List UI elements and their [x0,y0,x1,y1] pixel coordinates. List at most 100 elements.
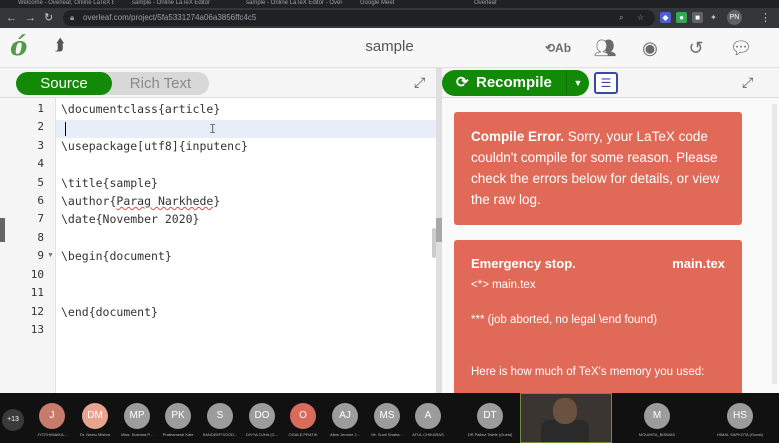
participant-tile[interactable]: O OGALE.PRATIK [283,393,323,443]
more-participants-badge[interactable]: +13 [2,409,24,431]
participant-tile[interactable]: A ATUL.CHIKARAS [408,393,448,443]
code-editor[interactable]: \documentclass{article} I \usepackage[ut… [57,98,435,393]
avatar: DM [82,403,108,429]
code-line[interactable]: \title{sample} [61,176,158,190]
log-entry-header: Emergency stop. main.tex [471,256,725,276]
browser-tab[interactable]: Google Meet [346,0,456,8]
participant-tile[interactable]: HS HIMAL SAPKOTA (Guest) [717,393,763,443]
log-entry-file-link[interactable]: main.tex [672,256,725,271]
code-line[interactable]: \usepackage[utf8]{inputenc} [61,139,248,153]
latex-argument: {document} [102,249,172,263]
source-mode-button[interactable]: Source [16,72,112,95]
browser-toolbar: ← → ↻ 🔒︎ overleaf.com/project/5fa5331274… [0,8,779,28]
pdf-toolbar: ⟳ Recompile ▼ ☰ ⤢ [442,68,779,98]
editor-toolbar: Source Rich Text ⤢ [0,68,436,98]
participant-tile[interactable]: DM Dr. Neetu Mishra [75,393,115,443]
pdf-pane: ⟳ Recompile ▼ ☰ ⤢ Compile Error. Sorry, … [442,68,779,400]
scrollbar[interactable] [772,104,777,384]
url-text: overleaf.com/project/5fa5331274a06a3856f… [83,13,257,22]
participant-tile[interactable]: S SANDEEP.SOOD... [200,393,240,443]
code-line[interactable]: \author{Parag Narkhede} [61,194,220,208]
fold-arrow-icon[interactable]: ▼ [47,249,54,263]
avatar: MP [124,403,150,429]
history-icon[interactable]: ↺ [683,35,709,61]
chevron-down-icon[interactable]: ▼ [566,71,589,95]
code-line[interactable]: \date{November 2020} [61,212,199,226]
participant-tile[interactable]: DT DR Pallavi Talele (Guest) [468,393,512,443]
participant-name: Prathamesh Kale [162,432,194,437]
editor-mode-toggle: Source Rich Text [16,72,209,95]
chat-icon[interactable]: 💬︎ [728,35,754,61]
latex-command: \date [61,212,96,226]
latex-command: \end [61,305,89,319]
avatar: AJ [332,403,358,429]
participant-name: OGALE.PRATIK [288,432,318,437]
participant-tile[interactable]: MP Miss. Sushma P... [117,393,157,443]
log-entry-alert[interactable]: Emergency stop. main.tex <*> main.tex **… [454,240,742,400]
alert-title: Compile Error. [471,129,565,144]
review-icon[interactable]: ⟲Ab [544,35,572,61]
latex-command: \begin [61,249,103,263]
avatar: A [415,403,441,429]
recompile-button[interactable]: ⟳ Recompile ▼ [442,70,589,96]
line-number: 10 [30,268,44,281]
latex-argument: } [213,194,221,208]
browser-tab[interactable]: sample - Online LaTeX Editor [118,0,228,8]
logs-button[interactable]: ☰ [594,72,618,94]
browser-tab[interactable]: Overleaf [460,0,570,8]
avatar[interactable]: PN [727,10,742,25]
line-number: 13 [30,323,44,336]
latex-argument: [utf8]{inputenc} [137,139,248,153]
sidebar-toggle-handle[interactable] [0,218,5,242]
latex-command: \title [61,176,103,190]
latex-command: \documentclass [61,102,158,116]
extension-icon[interactable]: ● [676,12,687,23]
star-icon[interactable]: ☆ [637,13,644,23]
participant-tile[interactable]: DO DIVYA OJHA (G... [242,393,282,443]
reload-icon[interactable]: ↻ [44,11,53,25]
log-line: <*> main.tex [471,279,536,291]
misspelled-word[interactable]: Parag Narkhede [116,194,213,208]
line-number: 6 [37,194,44,207]
avatar: HS [727,403,753,429]
recompile-label: Recompile [476,74,552,91]
refresh-icon: ⟳ [456,74,469,91]
latex-argument: {article} [157,102,221,116]
participant-video-face [553,398,577,424]
extension-icon[interactable]: ◆ [660,12,671,23]
expand-icon[interactable]: ⤢ [414,74,425,91]
address-bar[interactable]: 🔒︎ overleaf.com/project/5fa5331274a06a38… [63,10,655,26]
participant-tile[interactable]: PK Prathamesh Kale [158,393,198,443]
extension-icon[interactable]: ■ [692,12,703,23]
participant-name: Albin Jerome J... [330,432,360,437]
latex-argument: {sample} [102,176,158,190]
search-icon[interactable]: ⌕ [619,13,623,23]
participant-tile[interactable]: M MOUMITA_BISWAS [637,393,677,443]
line-number: 7 [37,212,44,225]
participant-tile[interactable]: J JYOTHIMAIKA... [32,393,72,443]
participant-name: ATUL.CHIKARAS [412,432,444,437]
overleaf-header: ó ⮭ sample ⟲Ab 👥︎ ◉ ↺ 💬︎ [0,28,779,68]
forward-icon[interactable]: → [25,11,36,25]
code-line[interactable]: \begin{document} [61,249,172,263]
submit-icon[interactable]: ◉ [637,35,663,61]
line-gutter: 1 2 3 4 5 6 7 8 9 ▼ 10 11 12 13 [0,98,56,393]
menu-icon[interactable]: ⋮ [760,11,771,25]
browser-tab[interactable]: sample - Online LaTeX Editor - Overleaf [232,0,342,8]
participant-video-tile[interactable] [520,393,612,443]
participant-name: HIMAL SAPKOTA (Guest) [716,432,763,437]
line-number: 5 [37,176,44,189]
participant-tile[interactable]: MS Mr. Sunil Shaha... [367,393,407,443]
lock-icon[interactable]: 🔒︎ [70,13,74,23]
share-icon[interactable]: 👥︎ [592,35,618,61]
participant-name: JYOTHIMAIKA... [36,432,67,437]
expand-icon[interactable]: ⤢ [742,74,753,91]
avatar: PK [165,403,191,429]
browser-tab[interactable]: Welcome - Overleaf, Online LaTeX Editor [4,0,114,8]
code-line[interactable]: \documentclass{article} [61,102,220,116]
rich-text-mode-button[interactable]: Rich Text [112,72,209,95]
participant-tile[interactable]: AJ Albin Jerome J... [325,393,365,443]
back-icon[interactable]: ← [6,11,17,25]
code-line[interactable]: \end{document} [61,305,158,319]
puzzle-icon[interactable]: ✦ [708,12,719,23]
